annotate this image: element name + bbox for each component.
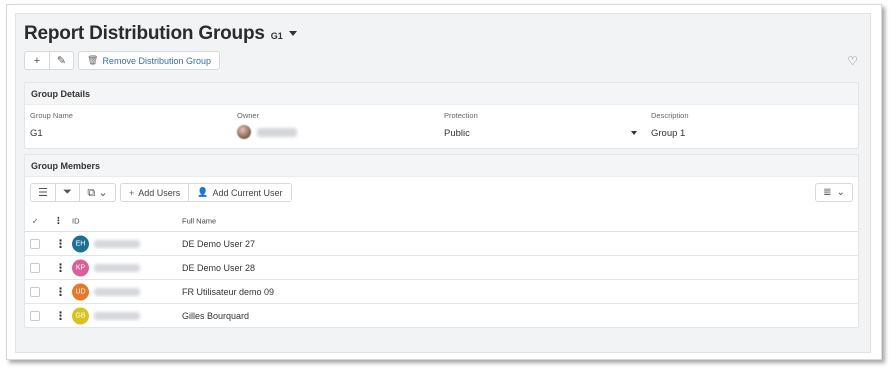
table-row[interactable]: ⋮ EH DE Demo User 27: [25, 232, 858, 256]
select-all-checkbox[interactable]: ✓: [32, 216, 38, 225]
grid-body: ⋮ EH DE Demo User 27 ⋮ KP DE Demo User 28 ⋮ UD F…: [25, 232, 858, 328]
chevron-down-icon[interactable]: [631, 131, 637, 135]
add-users-group: + Add Users 👤 Add Current User: [120, 183, 292, 202]
group-name-label: Group Name: [30, 111, 73, 120]
row-menu-icon[interactable]: ⋮: [55, 261, 66, 274]
user-id-redacted: [94, 287, 140, 296]
avatar: [237, 125, 251, 139]
columns-icon: ≣: [823, 187, 832, 198]
owner-value[interactable]: [237, 125, 437, 139]
avatar-initials: GB: [75, 312, 86, 319]
owner-name-redacted: [257, 127, 297, 137]
add-current-user-label: Add Current User: [212, 187, 283, 198]
full-name: FR Utilisateur demo 09: [182, 286, 275, 297]
avatar-initials: KP: [75, 264, 86, 271]
row-menu-icon[interactable]: ⋮: [55, 309, 66, 322]
description-label: Description: [651, 111, 689, 120]
avatar: GB: [72, 307, 89, 324]
user-icon: 👤: [197, 187, 209, 197]
table-row[interactable]: ⋮ KP DE Demo User 28: [25, 256, 858, 280]
grid-header: ✓ ⋮ ID Full Name: [25, 210, 858, 232]
plus-icon: +: [129, 187, 135, 198]
description-field: Description Group 1: [651, 111, 851, 139]
view-filter-group: ☰ ⏷ ⧉ ⌄: [30, 183, 116, 202]
row-menu-icon[interactable]: ⋮: [55, 285, 66, 298]
group-members-title: Group Members: [25, 155, 858, 177]
column-header-id[interactable]: ID: [72, 216, 80, 225]
description-value[interactable]: Group 1: [651, 128, 851, 139]
table-row[interactable]: ⋮ GB Gilles Bourquard: [25, 304, 858, 328]
add-current-user-button[interactable]: 👤 Add Current User: [188, 184, 291, 201]
export-menu-icon[interactable]: ⧉ ⌄: [79, 184, 115, 201]
page-title: Report Distribution Groups: [24, 23, 265, 44]
row-checkbox[interactable]: [30, 238, 40, 249]
user-id-redacted: [94, 263, 140, 272]
group-name-value[interactable]: G1: [30, 128, 230, 139]
full-name: DE Demo User 27: [182, 238, 256, 249]
group-details-panel: Group Details Group Name G1 Owner Protec…: [24, 82, 859, 149]
protection-label: Protection: [444, 111, 478, 120]
owner-field: Owner: [237, 111, 437, 139]
protection-field[interactable]: Protection Public: [444, 111, 640, 139]
group-selector[interactable]: G1: [271, 31, 283, 41]
avatar: KP: [72, 259, 89, 276]
row-checkbox[interactable]: [30, 286, 40, 297]
trash-icon: 🗑: [87, 55, 99, 65]
app-window: Report Distribution Groups G1 + ✎ 🗑 Remo…: [15, 13, 871, 353]
pencil-icon[interactable]: ✎: [49, 52, 73, 69]
row-menu-icon[interactable]: ⋮: [55, 237, 66, 250]
plus-icon[interactable]: +: [25, 52, 49, 69]
full-name: Gilles Bourquard: [182, 310, 250, 321]
add-users-label: Add Users: [138, 187, 181, 198]
chevron-down-icon: ⌄: [836, 187, 845, 198]
group-details-title: Group Details: [25, 83, 858, 105]
add-users-button[interactable]: + Add Users: [121, 184, 189, 201]
remove-distribution-group-button[interactable]: 🗑 Remove Distribution Group: [78, 51, 220, 70]
table-row[interactable]: ⋮ UD FR Utilisateur demo 09: [25, 280, 858, 304]
main-toolbar: + ✎ 🗑 Remove Distribution Group: [24, 51, 220, 70]
members-toolbar: ☰ ⏷ ⧉ ⌄ + Add Users 👤 Add Current User ≣…: [30, 183, 853, 202]
group-details-fields: Group Name G1 Owner Protection Public De…: [25, 111, 858, 147]
avatar: EH: [72, 235, 89, 252]
page-header: Report Distribution Groups G1: [24, 23, 297, 45]
list-view-icon[interactable]: ☰: [31, 184, 55, 201]
protection-value[interactable]: Public: [444, 128, 640, 139]
user-id-redacted: [94, 239, 140, 248]
group-members-panel: Group Members ☰ ⏷ ⧉ ⌄ + Add Users 👤 Add …: [24, 154, 859, 328]
full-name: DE Demo User 28: [182, 262, 256, 273]
header-menu-icon[interactable]: ⋮: [54, 215, 63, 226]
chevron-down-icon[interactable]: [288, 31, 297, 36]
heart-icon[interactable]: ♡: [847, 54, 858, 68]
row-checkbox[interactable]: [30, 310, 40, 321]
filter-icon[interactable]: ⏷: [55, 184, 79, 201]
column-settings-button[interactable]: ≣ ⌄: [815, 183, 853, 202]
user-id-redacted: [94, 311, 140, 320]
owner-label: Owner: [237, 111, 260, 120]
remove-distribution-group-label: Remove Distribution Group: [102, 55, 211, 66]
column-header-full-name[interactable]: Full Name: [182, 216, 216, 225]
avatar: UD: [72, 283, 89, 300]
avatar-initials: EH: [75, 240, 86, 247]
members-grid: ✓ ⋮ ID Full Name ⋮ EH DE Demo User 27 ⋮ KP DE…: [25, 210, 858, 328]
add-edit-group: + ✎: [24, 51, 74, 70]
row-checkbox[interactable]: [30, 262, 40, 273]
group-name-field: Group Name G1: [30, 111, 230, 139]
avatar-initials: UD: [75, 288, 86, 295]
